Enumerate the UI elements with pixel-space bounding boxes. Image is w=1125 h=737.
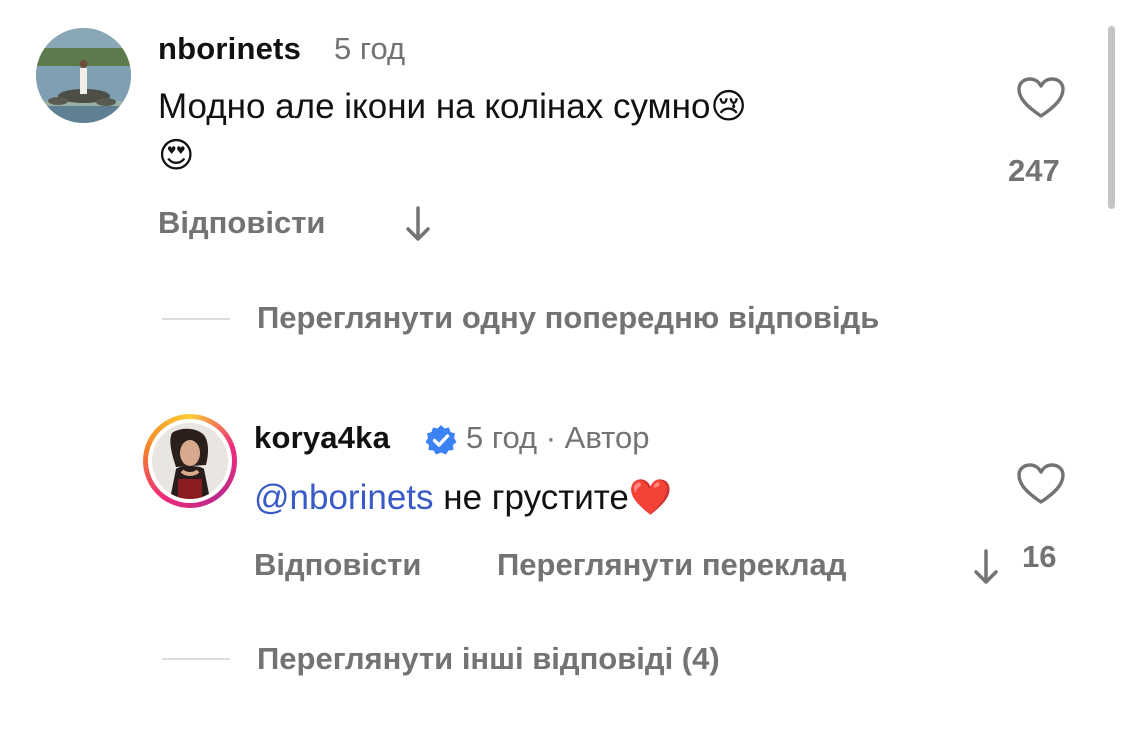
heart-icon[interactable] — [1016, 76, 1066, 120]
comment-text-line: Модно але ікони на колінах сумно — [158, 87, 711, 126]
reply-text: @nborinets не грустите❤️ — [254, 477, 672, 518]
reply-button[interactable]: Відповісти — [158, 205, 326, 241]
comment-username[interactable]: nborinets — [158, 31, 301, 67]
verified-badge-icon — [425, 424, 457, 456]
avatar — [152, 423, 228, 499]
red-heart-emoji: ❤️ — [628, 478, 673, 517]
view-previous-replies-link[interactable]: Переглянути одну попередню відповідь — [257, 300, 879, 336]
reply-button[interactable]: Відповісти — [254, 547, 422, 583]
avatar-story-ring[interactable] — [143, 414, 237, 508]
heart-eyes-emoji: 😍 — [158, 136, 195, 175]
arrow-down-icon[interactable] — [970, 547, 1002, 587]
like-count: 16 — [1022, 539, 1057, 574]
reply-meta: 5 год · Автор — [466, 420, 650, 455]
crying-face-emoji: 😢 — [710, 87, 747, 126]
reply-text-body: не грустите — [433, 478, 629, 517]
view-more-replies-link[interactable]: Переглянути інші відповіді (4) — [257, 641, 720, 677]
comment-time: 5 год — [334, 31, 406, 66]
scrollbar[interactable] — [1108, 26, 1115, 209]
reply-username[interactable]: korya4ka — [254, 420, 390, 456]
view-translation-button[interactable]: Переглянути переклад — [497, 547, 846, 583]
avatar-photo — [152, 423, 228, 499]
like-count: 247 — [1008, 153, 1060, 188]
divider-line — [162, 658, 230, 660]
avatar[interactable] — [36, 28, 131, 123]
arrow-down-icon[interactable] — [402, 204, 434, 244]
mention-link[interactable]: @nborinets — [254, 478, 434, 517]
divider-line — [162, 318, 230, 320]
comment-text: Модно але ікони на колінах сумно😢 — [158, 87, 747, 127]
heart-icon[interactable] — [1016, 462, 1066, 506]
avatar-photo — [36, 28, 131, 123]
